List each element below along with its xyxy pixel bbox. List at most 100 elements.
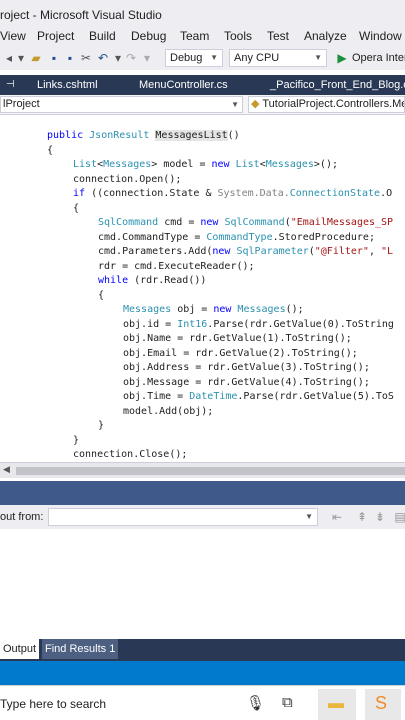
menu-view[interactable]: View — [0, 29, 26, 43]
code-line: } — [73, 435, 80, 446]
code-line: Messages obj = new Messages(); — [123, 304, 304, 315]
status-bar — [0, 661, 405, 685]
menu-bar: View Project Build Debug Team Tools Test… — [0, 26, 405, 46]
save-all-icon[interactable]: ▪ — [63, 51, 77, 65]
menu-team[interactable]: Team — [180, 29, 209, 43]
code-token: JsonResult — [89, 130, 150, 141]
code-token: "EmailMessages_SP — [290, 217, 394, 228]
next-message-icon[interactable]: ⇟ — [373, 510, 387, 524]
code-line: { — [47, 145, 54, 156]
tab-find-results[interactable]: Find Results 1 — [42, 639, 119, 659]
document-tabs: ⊣ Links.cshtml MenuController.cs _Pacifi… — [0, 75, 405, 95]
tab-pacifico-blog[interactable]: _Pacifico_Front_End_Blog.csh — [270, 75, 405, 95]
task-view-icon[interactable]: ⧉ — [282, 694, 293, 711]
code-token: System.Data. — [217, 188, 290, 199]
code-line: List<Messages> model = new List<Messages… — [73, 159, 338, 170]
output-pane[interactable] — [0, 529, 405, 639]
tab-menu-controller[interactable]: MenuController.cs — [139, 75, 228, 95]
undo-icon[interactable]: ↶ — [96, 51, 110, 65]
microphone-icon[interactable]: 🎙 — [246, 694, 265, 712]
code-token: MessagesList — [155, 130, 228, 141]
tool-window-tabs: Output Find Results 1 — [0, 639, 405, 661]
code-token: ConnectionState — [289, 188, 381, 199]
code-line: cmd.Parameters.Add(new SqlParameter("@Fi… — [98, 246, 394, 257]
sublime-text-icon: S — [375, 693, 388, 713]
code-line: if ((connection.State & System.Data.Conn… — [73, 188, 393, 199]
cut-icon[interactable]: ✂ — [79, 51, 93, 65]
previous-message-icon[interactable]: ⇞ — [355, 510, 369, 524]
scrollbar-thumb[interactable] — [16, 467, 405, 475]
clear-all-icon[interactable]: ▤ — [393, 510, 405, 524]
code-line: public JsonResult MessagesList() — [47, 130, 240, 141]
platform-select[interactable]: Any CPU ▼ — [229, 49, 327, 67]
code-token: new — [211, 159, 230, 170]
tab-links-cshtml[interactable]: Links.cshtml — [37, 75, 98, 95]
configuration-select[interactable]: Debug ▼ — [165, 49, 223, 67]
chevron-down-icon: ▼ — [210, 53, 218, 62]
menu-build[interactable]: Build — [89, 29, 116, 43]
chevron-down-icon: ▼ — [314, 53, 322, 62]
class-dropdown[interactable]: ◆ TutorialProject.Controllers.Me — [248, 96, 405, 113]
code-line: obj.Message = rdr.GetValue(4).ToString()… — [123, 377, 370, 388]
menu-window[interactable]: Window — [359, 29, 402, 43]
code-token: while — [98, 275, 129, 286]
code-token: new — [213, 304, 232, 315]
navigation-bar: lProject ▼ ◆ TutorialProject.Controllers… — [0, 95, 405, 115]
configuration-value: Debug — [170, 52, 203, 64]
project-name: lProject — [3, 98, 40, 110]
chevron-down-icon: ▼ — [231, 100, 239, 109]
platform-value: Any CPU — [234, 52, 280, 64]
redo-dropdown-icon[interactable]: ▾ — [140, 51, 154, 65]
menu-tools[interactable]: Tools — [224, 29, 252, 43]
code-line: obj.Address = rdr.GetValue(3).ToString()… — [123, 362, 370, 373]
code-token: "@Filter" — [314, 246, 369, 257]
code-token: List — [235, 159, 260, 170]
tab-output[interactable]: Output — [0, 639, 40, 659]
menu-analyze[interactable]: Analyze — [304, 29, 347, 43]
file-explorer-button[interactable]: ▬ — [318, 689, 356, 720]
code-editor[interactable]: public JsonResult MessagesList() { List<… — [0, 116, 405, 462]
undo-dropdown-icon[interactable]: ▾ — [111, 51, 125, 65]
code-line: } — [98, 420, 105, 431]
code-line: rdr = cmd.ExecuteReader(); — [98, 261, 255, 272]
output-toolbar: out from: ▼ ⇤ ⇞ ⇟ ▤ — [0, 505, 405, 529]
show-output-label: out from: — [0, 511, 44, 523]
code-token: new — [200, 217, 219, 228]
editor-horizontal-scrollbar[interactable]: ◀ — [0, 462, 405, 478]
pin-icon[interactable]: ⊣ — [6, 75, 15, 95]
find-message-icon[interactable]: ⇤ — [330, 510, 344, 524]
code-line: connection.Close(); — [73, 449, 188, 460]
project-dropdown[interactable]: lProject ▼ — [0, 96, 243, 113]
code-line: model.Add(obj); — [123, 406, 214, 417]
code-token: Messages — [237, 304, 286, 315]
code-line: while (rdr.Read()) — [98, 275, 207, 286]
sublime-text-button[interactable]: S — [365, 689, 401, 720]
code-line: obj.Time = DateTime.Parse(rdr.GetValue(5… — [123, 391, 394, 402]
redo-icon[interactable]: ↷ — [124, 51, 138, 65]
save-icon[interactable]: ▪ — [47, 51, 61, 65]
code-line: obj.id = Int16.Parse(rdr.GetValue(0).ToS… — [123, 319, 394, 330]
menu-debug[interactable]: Debug — [131, 29, 166, 43]
run-icon[interactable]: ▶ — [335, 51, 349, 65]
code-line: obj.Email = rdr.GetValue(2).ToString(); — [123, 348, 358, 359]
code-token: Messages — [103, 159, 152, 170]
code-token: SqlCommand — [98, 217, 159, 228]
open-folder-icon[interactable]: ▰ — [29, 51, 43, 65]
class-name: TutorialProject.Controllers.Me — [262, 98, 405, 110]
code-token: DateTime — [189, 391, 238, 402]
code-line: { — [98, 290, 105, 301]
class-icon: ◆ — [251, 98, 260, 110]
menu-test[interactable]: Test — [267, 29, 289, 43]
code-token: SqlParameter — [236, 246, 309, 257]
taskbar-search-box[interactable]: Type here to search — [0, 697, 106, 711]
code-line: cmd.CommandType = CommandType.StoredProc… — [98, 232, 375, 243]
scroll-left-icon[interactable]: ◀ — [3, 464, 10, 475]
menu-project[interactable]: Project — [37, 29, 74, 43]
code-line: obj.Name = rdr.GetValue(1).ToString(); — [123, 333, 352, 344]
run-target-label[interactable]: Opera Inter — [352, 52, 405, 64]
code-token: Int16 — [177, 319, 208, 330]
dropdown-icon[interactable]: ▾ — [14, 51, 28, 65]
show-output-from-select[interactable]: ▼ — [48, 508, 318, 526]
code-line: SqlCommand cmd = new SqlCommand("EmailMe… — [98, 217, 394, 228]
output-panel-header — [0, 481, 405, 505]
